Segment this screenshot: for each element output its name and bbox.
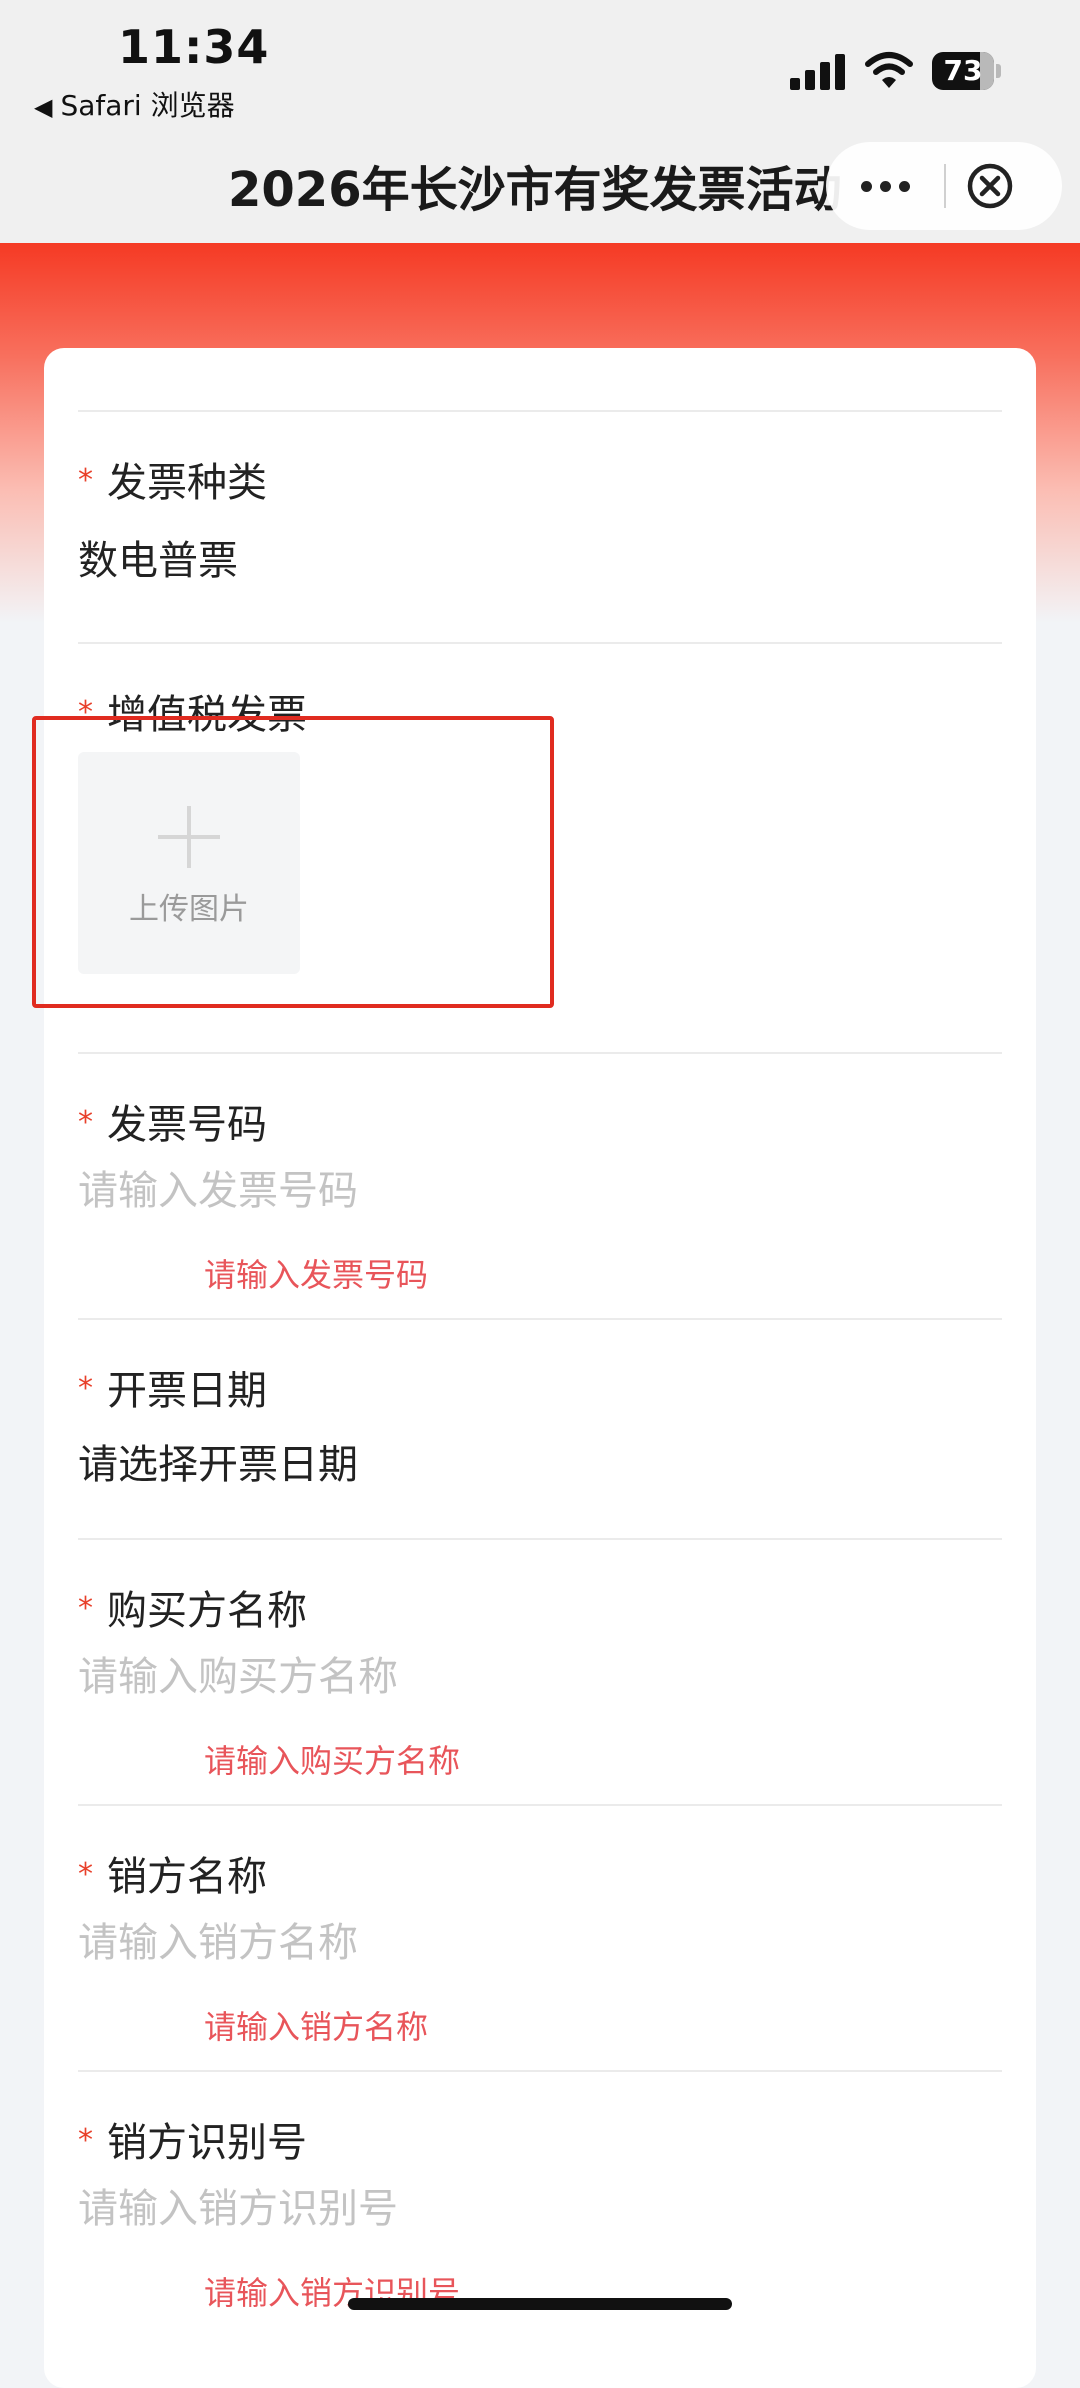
cellular-signal-icon bbox=[790, 52, 846, 90]
back-to-safari-link[interactable]: ◀ Safari 浏览器 bbox=[34, 84, 235, 124]
invoice-number-input[interactable] bbox=[78, 1168, 978, 1214]
seller-name-error: 请输入销方名称 bbox=[204, 2008, 429, 2046]
more-dots-icon bbox=[857, 177, 914, 196]
home-indicator bbox=[348, 2298, 732, 2310]
invoice-number-error: 请输入发票号码 bbox=[204, 1256, 429, 1294]
seller-id-label: * 销方识别号 bbox=[78, 2120, 307, 2166]
seller-name-input[interactable] bbox=[78, 1920, 978, 1966]
buyer-name-error: 请输入购买方名称 bbox=[204, 1742, 461, 1780]
capsule-divider bbox=[944, 164, 946, 208]
wifi-icon bbox=[865, 52, 913, 88]
back-triangle-icon: ◀ bbox=[34, 93, 53, 121]
issue-date-picker[interactable]: 请选择开票日期 bbox=[78, 1432, 358, 1490]
issue-date-label: * 开票日期 bbox=[78, 1368, 267, 1414]
battery-icon: 73 bbox=[932, 52, 1004, 90]
divider bbox=[78, 642, 1002, 644]
divider bbox=[78, 1052, 1002, 1054]
page-title: 2026年长沙市有奖发票活动 bbox=[228, 162, 842, 218]
seller-id-input[interactable] bbox=[78, 2186, 978, 2232]
nav-bar: 2026年长沙市有奖发票活动 bbox=[0, 130, 1080, 243]
invoice-type-label: * 发票种类 bbox=[78, 460, 267, 506]
battery-level: 73 bbox=[943, 54, 983, 87]
divider bbox=[78, 1318, 1002, 1320]
divider bbox=[78, 1538, 1002, 1540]
status-bar: 11:34 ◀ Safari 浏览器 73 bbox=[0, 0, 1080, 130]
buyer-name-label: * 购买方名称 bbox=[78, 1588, 307, 1634]
mini-program-capsule bbox=[826, 142, 1062, 230]
upload-highlight-box bbox=[32, 716, 554, 1008]
seller-name-label: * 销方名称 bbox=[78, 1854, 267, 1900]
divider bbox=[78, 1804, 1002, 1806]
more-button[interactable] bbox=[826, 142, 944, 230]
invoice-number-label: * 发票号码 bbox=[78, 1102, 267, 1148]
status-time: 11:34 bbox=[118, 20, 270, 74]
divider bbox=[78, 2070, 1002, 2072]
divider bbox=[78, 410, 1002, 412]
buyer-name-input[interactable] bbox=[78, 1654, 978, 1700]
close-circle-icon[interactable] bbox=[966, 162, 1014, 210]
back-app-label: Safari 浏览器 bbox=[60, 89, 235, 122]
invoice-type-select[interactable]: 数电普票 bbox=[78, 528, 238, 586]
